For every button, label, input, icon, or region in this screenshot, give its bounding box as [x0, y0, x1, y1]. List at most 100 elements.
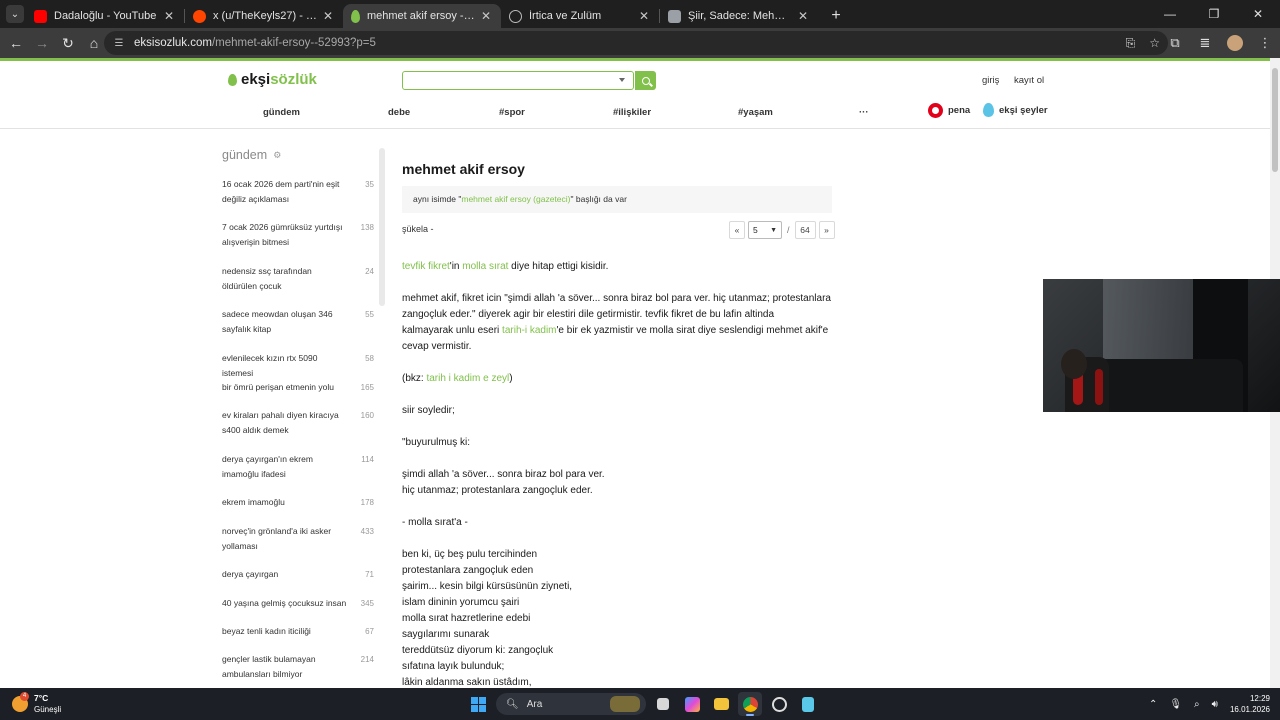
close-tab-icon[interactable]: ✕: [479, 9, 493, 23]
steam-icon[interactable]: [767, 692, 791, 716]
topic-title[interactable]: mehmet akif ersoy: [402, 161, 525, 177]
reload-icon[interactable]: ↻: [56, 31, 80, 55]
sidebar-topic[interactable]: bir ömrü perişan etmenin yolu 165: [222, 380, 374, 395]
gear-icon[interactable]: ⚙: [273, 150, 281, 161]
volume-icon[interactable]: 🔊︎: [1212, 699, 1218, 710]
browser-tab[interactable]: Dadaloğlu - YouTube ✕: [26, 4, 184, 28]
nav-gundem[interactable]: gündem: [263, 107, 300, 118]
sidebar-topic[interactable]: derya çayırgan'ın ekrem imamoğlu ifadesi…: [222, 452, 374, 482]
sidebar-topic-title[interactable]: bir ömrü perişan etmenin yolu: [222, 380, 348, 395]
bkz-link[interactable]: tarih-i kadim: [502, 325, 556, 336]
search-button[interactable]: [635, 71, 656, 90]
bkz-link[interactable]: tarih i kadim e zeyl: [426, 373, 509, 384]
taskbar-search[interactable]: 🔍︎ Ara: [496, 693, 646, 715]
sidebar-topic-title[interactable]: derya çayırgan: [222, 567, 348, 582]
profile-avatar[interactable]: [1220, 35, 1250, 51]
site-logo[interactable]: ekşi sözlük: [228, 71, 317, 88]
minimize-icon[interactable]: —: [1148, 0, 1192, 28]
globe-icon: [509, 9, 522, 23]
back-arrow-icon[interactable]: ←: [4, 31, 28, 55]
login-link[interactable]: giriş: [982, 75, 999, 86]
sort-dropdown[interactable]: şükela -: [402, 224, 434, 234]
pager-total-button[interactable]: 64: [794, 221, 816, 239]
sidebar-topic-title[interactable]: norveç'in grönland'a iki asker yollaması: [222, 524, 348, 554]
bkz-link[interactable]: tevfik fikret: [402, 261, 450, 272]
sidebar-topic[interactable]: 7 ocak 2026 gümrüksüz yurtdışı alışveriş…: [222, 220, 374, 250]
sidebar-topic[interactable]: ev kiraları pahalı diyen kiracıya s400 a…: [222, 408, 374, 438]
extensions-icon[interactable]: ⧉: [1160, 35, 1190, 51]
copilot-icon[interactable]: [680, 692, 704, 716]
chevron-up-icon[interactable]: ⌃: [1149, 699, 1157, 710]
sidebar-topic-title[interactable]: beyaz tenli kadın iticiliği: [222, 624, 348, 639]
sidebar-topic[interactable]: norveç'in grönland'a iki asker yollaması…: [222, 524, 374, 554]
tab-search-button[interactable]: ⌄: [6, 5, 24, 23]
pager-prev-button[interactable]: «: [729, 221, 745, 239]
home-icon[interactable]: ⌂: [82, 31, 106, 55]
reading-list-icon[interactable]: ≣: [1190, 35, 1220, 51]
search-input[interactable]: [402, 71, 634, 90]
network-icon[interactable]: ⌕: [1194, 699, 1200, 710]
sidebar-topic-title[interactable]: 16 ocak 2026 dem parti'nin eşit değiliz …: [222, 177, 348, 207]
nav-more[interactable]: ···: [859, 107, 869, 118]
register-link[interactable]: kayıt ol: [1014, 75, 1044, 86]
clock[interactable]: 12:29 16.01.2026: [1230, 693, 1270, 715]
file-explorer-icon[interactable]: [709, 692, 733, 716]
sidebar-topic-title[interactable]: evlenilecek kızın rtx 5090 istemesi: [222, 351, 348, 381]
close-tab-icon[interactable]: ✕: [637, 9, 651, 23]
kebab-menu-icon[interactable]: ⋮: [1250, 35, 1280, 51]
sidebar-topic-title[interactable]: ekrem imamoğlu: [222, 495, 348, 510]
sidebar-topic[interactable]: 40 yaşına gelmiş çocuksuz insan 345: [222, 596, 374, 611]
close-tab-icon[interactable]: ✕: [321, 9, 335, 23]
sidebar-topic[interactable]: nedensiz ssç tarafından öldürülen çocuk …: [222, 264, 374, 294]
nav-spor[interactable]: #spor: [499, 107, 525, 118]
sidebar-topic[interactable]: ekrem imamoğlu 178: [222, 495, 374, 510]
bkz-link[interactable]: molla sırat: [462, 261, 508, 272]
eksi-seyler-link[interactable]: ekşi şeyler: [983, 103, 1048, 117]
sidebar-topic[interactable]: sadece meowdan oluşan 346 sayfalık kitap…: [222, 307, 374, 337]
sidebar-topic[interactable]: derya çayırgan 71: [222, 567, 374, 582]
sidebar-topic-title[interactable]: ev kiraları pahalı diyen kiracıya s400 a…: [222, 408, 348, 438]
pager-next-button[interactable]: »: [818, 221, 835, 239]
nav-yasam[interactable]: #yaşam: [738, 107, 773, 118]
sidebar-topic[interactable]: 16 ocak 2026 dem parti'nin eşit değiliz …: [222, 177, 374, 207]
sidebar-topic-title[interactable]: 40 yaşına gelmiş çocuksuz insan: [222, 596, 348, 611]
chrome-icon[interactable]: [738, 692, 762, 716]
sidebar-topic-title[interactable]: derya çayırgan'ın ekrem imamoğlu ifadesi: [222, 452, 348, 482]
site-header: ekşi sözlük giriş kayıt ol gündem debe #s…: [0, 61, 1270, 129]
install-app-icon[interactable]: ⎘: [1126, 36, 1136, 51]
url-host: eksisozluk.com: [134, 37, 212, 49]
bookmark-star-icon[interactable]: ☆: [1149, 36, 1160, 50]
site-info-icon[interactable]: ☰: [112, 36, 126, 50]
forward-arrow-icon[interactable]: →: [30, 31, 54, 55]
browser-tab[interactable]: Şiir, Sadece: Mehmet Akif Ersoy ✕: [660, 4, 818, 28]
nav-iliskiler[interactable]: #ilişkiler: [613, 107, 651, 118]
sidebar-topic-title[interactable]: gençler lastik bulamayan ambulansları bi…: [222, 652, 348, 682]
search-dropdown-icon[interactable]: [619, 78, 625, 82]
nav-debe[interactable]: debe: [388, 107, 410, 118]
close-tab-icon[interactable]: ✕: [796, 9, 810, 23]
browser-tab[interactable]: x (u/TheKeyls27) - Reddit ✕: [185, 4, 343, 28]
browser-tab[interactable]: İrtica ve Zulüm ✕: [501, 4, 659, 28]
windows-start-icon[interactable]: [466, 692, 490, 716]
new-tab-button[interactable]: +: [824, 4, 848, 28]
page-select[interactable]: 5 ▼: [748, 221, 782, 239]
sidebar-topic-title[interactable]: 7 ocak 2026 gümrüksüz yurtdışı alışveriş…: [222, 220, 348, 250]
microphone-icon[interactable]: 🎙︎: [1169, 699, 1182, 710]
weather-widget[interactable]: 4 7°C Güneşli: [12, 692, 61, 715]
sidebar-topic-title[interactable]: nedensiz ssç tarafından öldürülen çocuk: [222, 264, 348, 294]
sidebar-topic-title[interactable]: sadece meowdan oluşan 346 sayfalık kitap: [222, 307, 348, 337]
sidebar-scrollbar[interactable]: [379, 148, 385, 306]
notice-link[interactable]: mehmet akif ersoy (gazeteci): [461, 194, 570, 204]
page-scrollbar-thumb[interactable]: [1272, 68, 1278, 172]
sidebar-topic[interactable]: gençler lastik bulamayan ambulansları bi…: [222, 652, 374, 682]
notepad-icon[interactable]: [796, 692, 820, 716]
browser-tab-active[interactable]: mehmet akif ersoy - sayfa 5 - ekşi sözlü…: [343, 4, 501, 28]
pena-link[interactable]: pena: [928, 103, 970, 118]
address-bar[interactable]: ☰ eksisozluk.com/mehmet-akif-ersoy--5299…: [104, 31, 1168, 55]
close-tab-icon[interactable]: ✕: [162, 9, 176, 23]
restore-icon[interactable]: ❐: [1192, 0, 1236, 28]
sidebar-topic[interactable]: evlenilecek kızın rtx 5090 istemesi 58: [222, 351, 374, 381]
close-window-icon[interactable]: ✕: [1236, 0, 1280, 28]
task-view-icon[interactable]: [651, 692, 675, 716]
sidebar-topic[interactable]: beyaz tenli kadın iticiliği 67: [222, 624, 374, 639]
